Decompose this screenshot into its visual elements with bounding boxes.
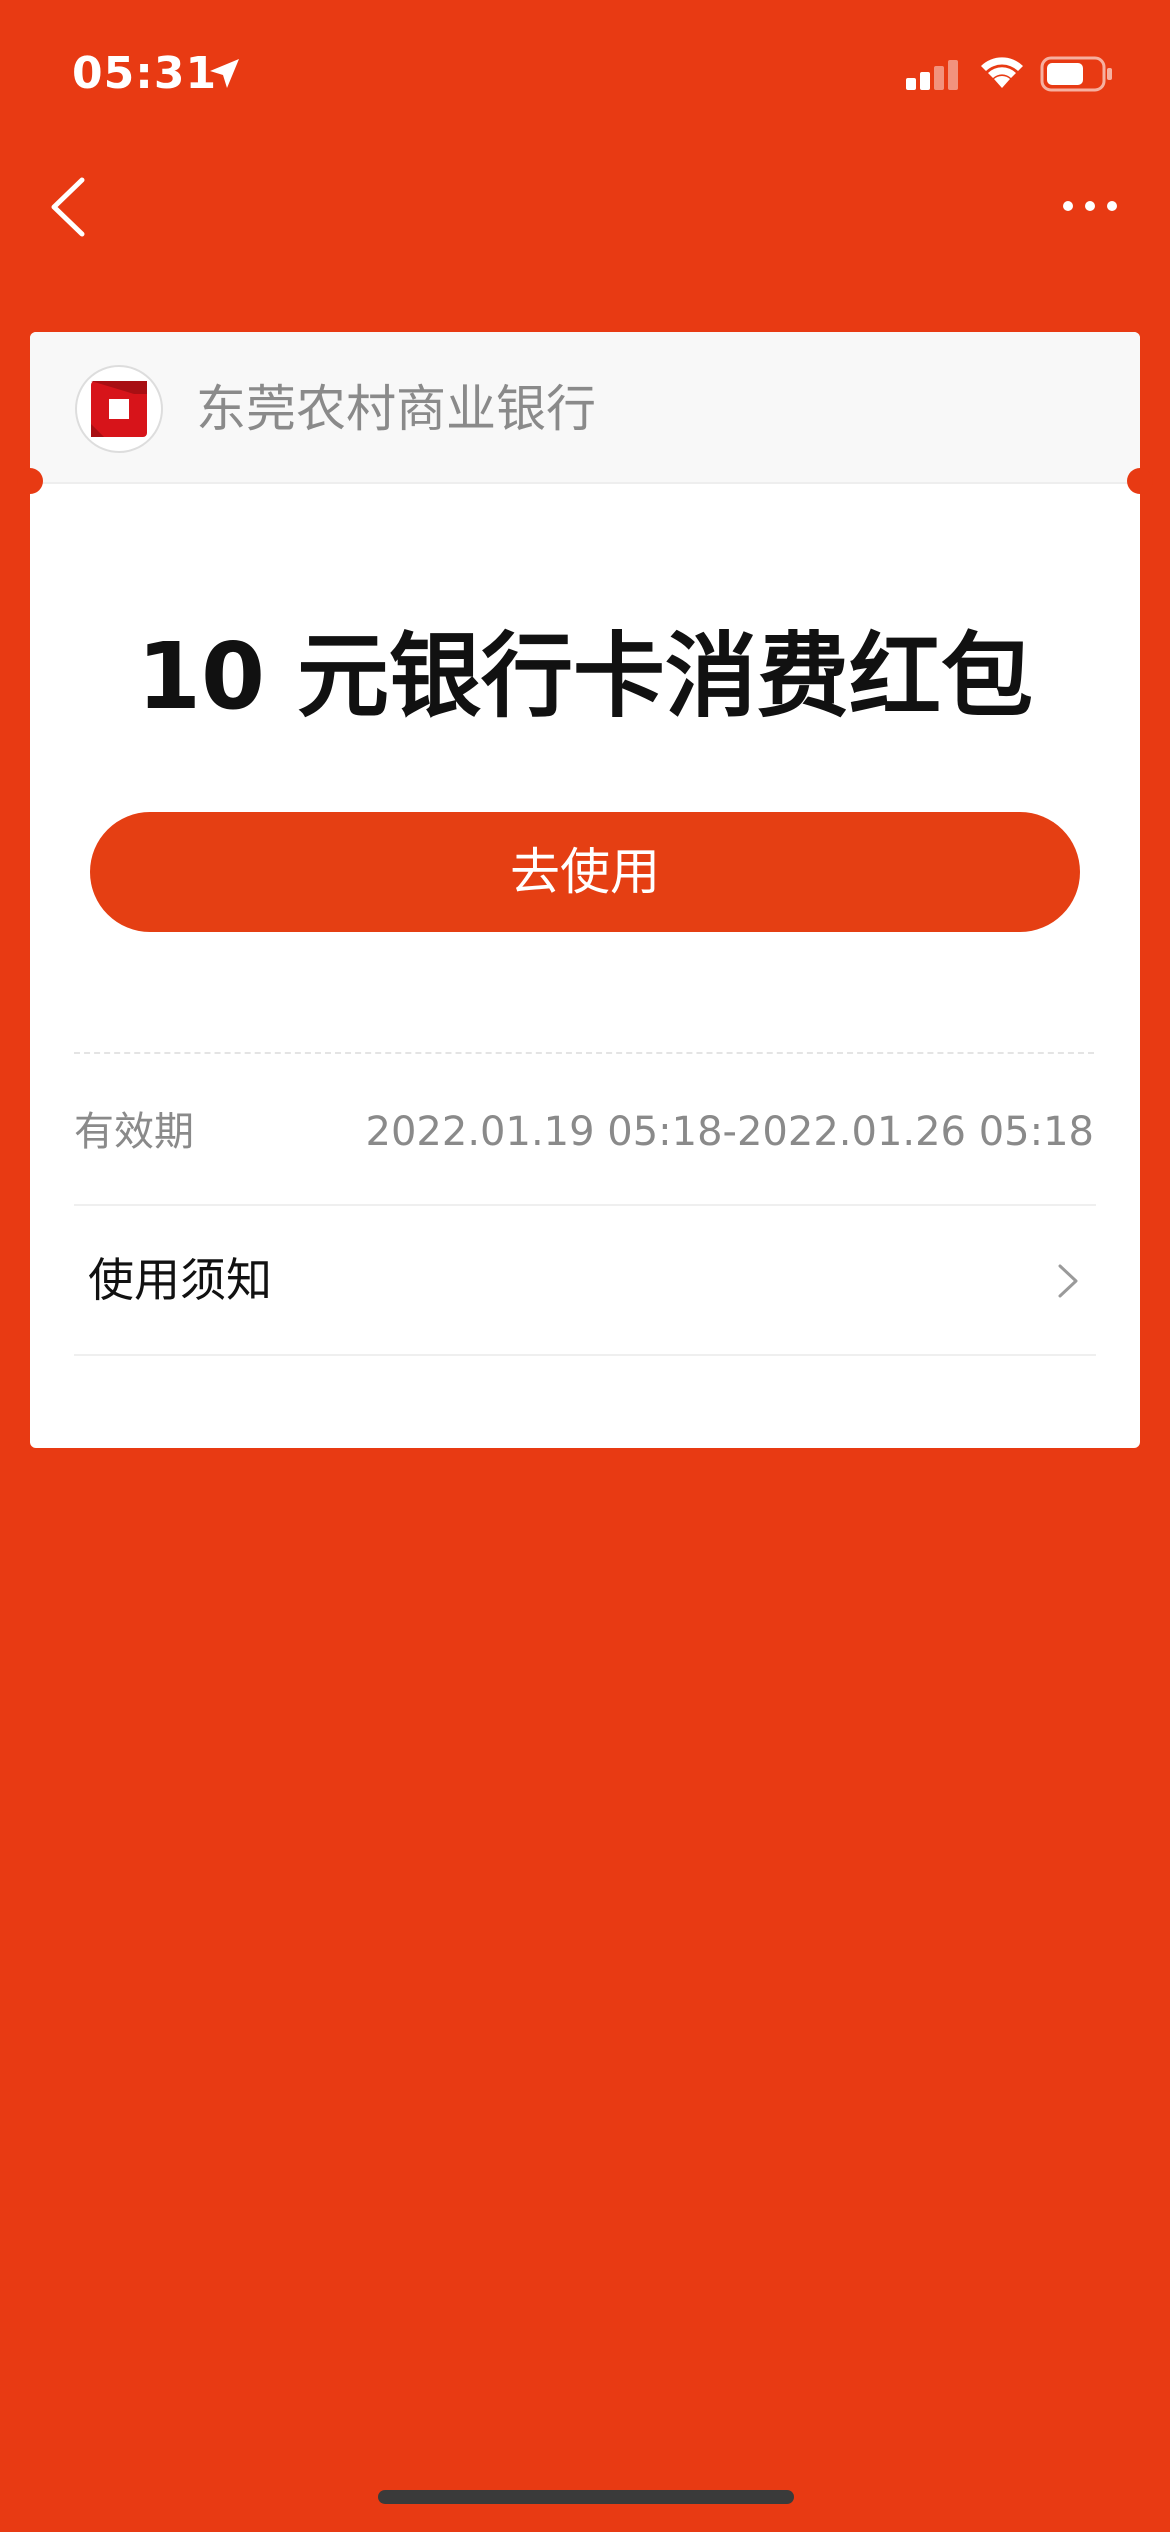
screen: 05:31 东莞农村商业银行 10 元银行卡消费红包 去使用 有效期 2022.… xyxy=(0,0,1170,2532)
card-notch-left xyxy=(17,468,43,494)
cellular-signal-icon xyxy=(906,60,958,90)
dashed-divider xyxy=(74,1052,1094,1054)
usage-notice-row[interactable]: 使用须知 xyxy=(74,1206,1096,1354)
coupon-title: 10 元银行卡消费红包 xyxy=(136,623,1034,730)
usage-notice-label: 使用须知 xyxy=(88,1253,272,1307)
back-icon[interactable] xyxy=(40,170,100,244)
status-bar: 05:31 xyxy=(0,0,1170,150)
chevron-right-icon xyxy=(1058,1264,1078,1298)
bank-logo-icon xyxy=(75,365,163,453)
validity-label: 有效期 xyxy=(74,1109,194,1155)
wifi-icon xyxy=(981,57,1023,88)
card-notch-right xyxy=(1127,468,1153,494)
more-dots-icon[interactable] xyxy=(1060,186,1120,226)
validity-value: 2022.01.19 05:18-2022.01.26 05:18 xyxy=(365,1109,1094,1155)
row-divider xyxy=(74,1354,1096,1356)
battery-icon xyxy=(1040,56,1112,92)
use-coupon-button[interactable]: 去使用 xyxy=(90,812,1080,932)
location-arrow-icon xyxy=(210,59,239,88)
card-header: 东莞农村商业银行 xyxy=(30,332,1140,484)
status-time: 05:31 xyxy=(72,48,218,99)
coupon-card: 东莞农村商业银行 10 元银行卡消费红包 去使用 有效期 2022.01.19 … xyxy=(17,332,1153,1448)
home-indicator[interactable] xyxy=(378,2490,794,2504)
bank-name: 东莞农村商业银行 xyxy=(196,380,596,438)
